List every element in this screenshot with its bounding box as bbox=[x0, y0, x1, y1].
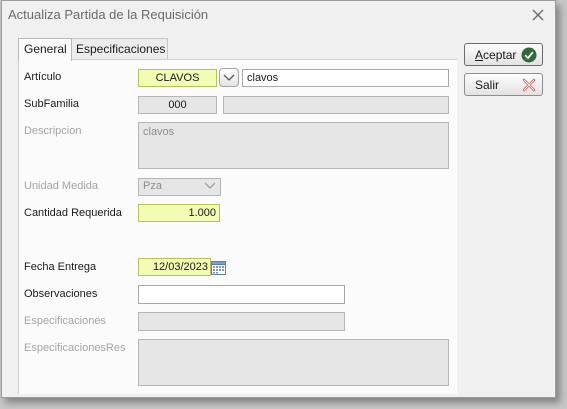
articulo-lookup-button[interactable] bbox=[219, 68, 239, 87]
salir-label: Salir bbox=[475, 78, 500, 92]
unidad-medida-label: Unidad Medida bbox=[24, 180, 98, 192]
especificaciones-label: Especificaciones bbox=[24, 315, 106, 327]
aceptar-button[interactable]: Aceptar bbox=[464, 43, 543, 66]
subfamilia-label: SubFamilia bbox=[24, 98, 80, 110]
subfamilia-code-field: 000 bbox=[138, 96, 217, 114]
observaciones-label: Observaciones bbox=[24, 288, 98, 300]
especificaciones-res-textarea bbox=[138, 339, 449, 386]
descripcion-textarea: clavos bbox=[138, 122, 449, 169]
aceptar-label: Aceptar bbox=[475, 48, 517, 62]
especificaciones-field bbox=[138, 312, 345, 331]
cancel-x-icon bbox=[522, 78, 536, 92]
checkmark-icon bbox=[521, 47, 537, 63]
cantidad-requerida-input[interactable]: 1.000 bbox=[138, 204, 220, 222]
close-icon bbox=[532, 9, 544, 21]
articulo-label: Artículo bbox=[24, 71, 62, 83]
close-button[interactable] bbox=[527, 4, 549, 26]
requisition-item-dialog: Actualiza Partida de la Requisición Gene… bbox=[1, 0, 556, 398]
chevron-down-icon bbox=[223, 74, 235, 81]
salir-button[interactable]: Salir bbox=[464, 73, 543, 96]
tab-especificaciones[interactable]: Especificaciones bbox=[70, 38, 168, 60]
especificaciones-res-label: EspecificacionesRes bbox=[24, 342, 126, 354]
calendar-icon bbox=[211, 261, 226, 275]
tab-general[interactable]: General bbox=[18, 38, 72, 61]
cantidad-requerida-label: Cantidad Requerida bbox=[24, 207, 122, 219]
fecha-entrega-label: Fecha Entrega bbox=[24, 261, 97, 273]
fecha-entrega-input[interactable]: 12/03/2023 bbox=[138, 258, 211, 276]
observaciones-input[interactable] bbox=[138, 285, 345, 304]
chevron-down-icon bbox=[204, 182, 216, 189]
title-bar: Actualiza Partida de la Requisición bbox=[2, 1, 555, 29]
unidad-medida-value: Pza bbox=[143, 180, 162, 192]
unidad-medida-select: Pza bbox=[138, 178, 221, 196]
descripcion-label: Descripcion bbox=[24, 125, 82, 137]
subfamilia-description-field bbox=[223, 96, 449, 114]
articulo-code-input[interactable]: CLAVOS bbox=[138, 69, 217, 87]
articulo-description-input[interactable]: clavos bbox=[242, 69, 449, 87]
dialog-title: Actualiza Partida de la Requisición bbox=[8, 7, 209, 22]
calendar-button[interactable] bbox=[210, 258, 227, 276]
